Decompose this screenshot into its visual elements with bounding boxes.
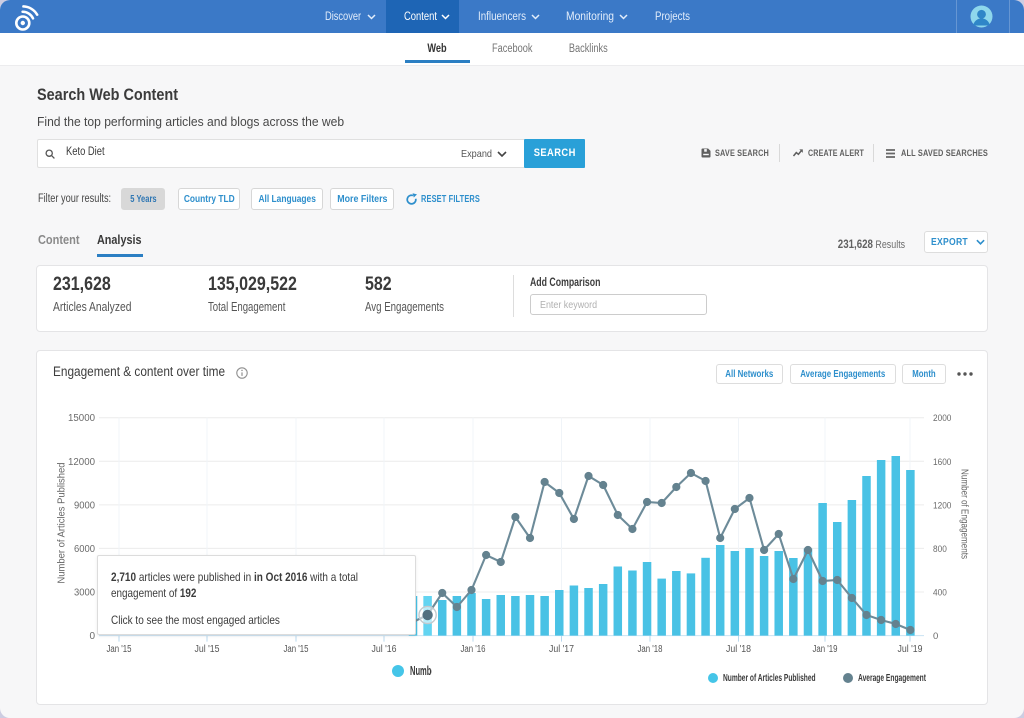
svg-text:9000: 9000 [74, 500, 95, 511]
svg-text:12000: 12000 [68, 457, 95, 468]
svg-text:800: 800 [933, 544, 947, 555]
svg-text:Number of Articles Published: Number of Articles Published [56, 462, 68, 583]
svg-text:1600: 1600 [933, 457, 951, 468]
svg-text:0: 0 [933, 631, 938, 642]
svg-text:2000: 2000 [933, 413, 951, 424]
svg-text:Jul '16: Jul '16 [372, 644, 397, 655]
svg-text:Jan '19: Jan '19 [813, 644, 838, 655]
svg-text:Jul '19: Jul '19 [898, 644, 923, 655]
svg-text:3000: 3000 [74, 588, 95, 599]
svg-text:Jan '16: Jan '16 [461, 644, 486, 655]
svg-text:6000: 6000 [74, 544, 95, 555]
svg-text:Jan '18: Jan '18 [638, 644, 663, 655]
svg-text:Jan '15: Jan '15 [107, 644, 132, 655]
svg-text:15000: 15000 [68, 413, 95, 424]
svg-text:Jul '18: Jul '18 [726, 644, 751, 655]
svg-text:Jul '15: Jul '15 [195, 644, 220, 655]
svg-text:0: 0 [89, 631, 95, 642]
svg-text:Jul '17: Jul '17 [549, 644, 574, 655]
svg-text:1200: 1200 [933, 500, 951, 511]
svg-text:Number of Engagements: Number of Engagements [959, 469, 970, 559]
svg-text:Jan '15: Jan '15 [284, 644, 309, 655]
svg-text:400: 400 [933, 588, 947, 599]
